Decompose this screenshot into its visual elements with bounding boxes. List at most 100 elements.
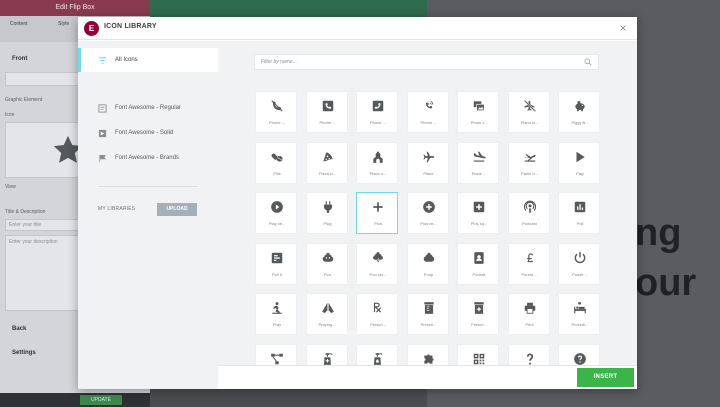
- icon-tile-label: Phone ...: [268, 120, 285, 125]
- sidebar-item-label: Font Awesome - Solid: [115, 130, 174, 136]
- update-button[interactable]: UPDATE: [80, 395, 122, 405]
- title-description-label: Title & Description: [5, 209, 46, 215]
- icon-tile-pump-medical[interactable]: [305, 343, 348, 365]
- preview-heading-line-1: ng: [635, 212, 682, 254]
- poo-storm-icon: [373, 251, 383, 264]
- icon-tile-poll[interactable]: Poll: [558, 192, 600, 234]
- icon-tile-praying-hands[interactable]: Praying ...: [305, 293, 348, 335]
- question-circle-icon: [574, 352, 586, 365]
- icon-tile-question-circle[interactable]: [558, 343, 600, 365]
- icon-tile-phone-slash[interactable]: Phone ...: [255, 91, 297, 133]
- icon-tile-label: Poo sto...: [369, 271, 387, 277]
- icon-tile-puzzle-piece[interactable]: [406, 343, 449, 365]
- project-diagram-icon: [271, 353, 283, 364]
- plane-icon: [422, 151, 434, 162]
- sidebar-item-fa-regular[interactable]: Font Awesome - Regular: [78, 96, 218, 120]
- icon-tile-procedures[interactable]: Procedi...: [558, 293, 600, 335]
- icon-browser: Filter by name... Phone ... Phone ... Phon…: [218, 41, 637, 365]
- icon-tile-question[interactable]: [507, 343, 550, 365]
- qrcode-icon: [473, 353, 485, 364]
- tab-style[interactable]: Style: [58, 21, 69, 27]
- icon-tile-prescription-bottle-alt[interactable]: Prescri...: [457, 293, 499, 335]
- icon-tile-prescription[interactable]: Prescri...: [356, 293, 398, 335]
- icon-tile-place-of-worship[interactable]: Place o...: [356, 141, 398, 184]
- sidebar-item-label: Font Awesome - Brands: [115, 155, 179, 161]
- pound-sign-icon: [526, 252, 533, 262]
- upload-button[interactable]: UPLOAD: [157, 203, 197, 216]
- graphic-element-label: Graphic Element: [5, 97, 43, 103]
- icon-tile-plus[interactable]: Plus: [356, 192, 398, 234]
- icon-tile-label: Portrait: [472, 271, 486, 277]
- icon-tile-poop[interactable]: Poop: [406, 242, 449, 285]
- pump-medical-icon: [323, 352, 332, 365]
- plus-icon: [373, 202, 383, 212]
- icon-tile-label: Plug: [323, 221, 332, 226]
- icon-tile-print[interactable]: Print: [507, 293, 550, 335]
- icon-tile-label: Photo v...: [470, 120, 488, 125]
- portrait-icon: [474, 251, 484, 264]
- icon-tile-power-off[interactable]: Power ...: [558, 242, 600, 285]
- icon-tile-pray[interactable]: Pray: [255, 293, 297, 335]
- prescription-bottle-icon: [423, 302, 434, 314]
- sidebar-item-fa-solid[interactable]: Font Awesome - Solid: [78, 121, 218, 145]
- icon-tile-phone-square[interactable]: Phone ...: [305, 91, 348, 133]
- icon-tile-label: Prescri...: [471, 322, 487, 327]
- icon-tile-pizza-slice[interactable]: Pizza sl...: [305, 141, 348, 184]
- icon-tile-label: Phone ...: [319, 120, 336, 125]
- icon-tile-plus-circle[interactable]: Plus cir...: [406, 192, 449, 234]
- icon-tile-phone-square-alt[interactable]: Phone ...: [356, 91, 398, 133]
- editor-panel-title: Edit Flip Box: [0, 0, 150, 16]
- view-label: View: [5, 184, 16, 190]
- icon-tile-piggy-bank[interactable]: Piggy B...: [558, 91, 600, 133]
- plus-circle-icon: [422, 201, 435, 213]
- icon-tile-plane-arrival[interactable]: Plane ...: [457, 141, 499, 184]
- icon-tile-pump-soap[interactable]: [356, 343, 398, 365]
- icon-tile-label: Poo: [323, 271, 332, 277]
- phone-square-alt-icon: [372, 100, 384, 112]
- sidebar-item-fa-brands[interactable]: Font Awesome - Brands: [78, 146, 218, 170]
- puzzle-piece-icon: [423, 353, 434, 364]
- icon-tile-pills[interactable]: Pills: [255, 141, 297, 184]
- icon-tile-phone-volume[interactable]: Phone ...: [406, 91, 449, 133]
- icon-tile-podcast[interactable]: Podcast: [507, 192, 550, 234]
- icon-tile-prescription-bottle[interactable]: Prescri...: [406, 293, 449, 335]
- icon-tile-play[interactable]: Play: [558, 141, 600, 184]
- icon-tile-plane[interactable]: Plane: [406, 141, 449, 184]
- icon-tile-plane-slash[interactable]: Piano sl...: [507, 91, 550, 133]
- icon-tile-label: Pills: [273, 170, 281, 176]
- plus-square-icon: [473, 201, 485, 213]
- icon-tile-label: Poll h: [271, 271, 282, 277]
- preview-header-strip: [150, 0, 427, 18]
- icon-tile-portrait[interactable]: Portrait: [457, 242, 499, 285]
- icon-tile-label: Place o...: [369, 170, 387, 176]
- font-awesome-solid-icon: [98, 129, 107, 137]
- icon-tile-poll-h[interactable]: Poll h: [255, 242, 297, 285]
- icon-tile-plus-square[interactable]: Plus sq...: [457, 192, 499, 234]
- editor-footer: UPDATE: [0, 393, 150, 407]
- icon-tile-plane-departure[interactable]: Plane d...: [507, 141, 550, 184]
- icon-tile-pound-sign[interactable]: Pound ...: [507, 242, 550, 285]
- icon-tile-play-circle[interactable]: Play cir...: [255, 192, 297, 234]
- icon-tile-project-diagram[interactable]: [255, 343, 297, 365]
- icon-tile-label: Prescri...: [370, 322, 386, 327]
- pizza-slice-icon: [322, 151, 333, 162]
- icon-tile-poo[interactable]: Poo: [305, 242, 348, 285]
- icon-tile-label: Piggy B...: [571, 120, 589, 125]
- play-circle-icon: [271, 201, 283, 213]
- icon-tile-label: Pizza sl...: [318, 170, 337, 176]
- icon-tile-photo-video[interactable]: Photo v...: [457, 91, 499, 133]
- icon-tile-plug[interactable]: Plug: [305, 192, 348, 234]
- icon-tile-qrcode[interactable]: [457, 343, 499, 365]
- flag-icon: [99, 154, 106, 162]
- sidebar-divider: [98, 186, 198, 187]
- preview-heading-line-2: our: [635, 262, 697, 304]
- close-icon[interactable]: ×: [616, 21, 630, 35]
- sidebar-item-all-icons[interactable]: All Icons: [78, 48, 218, 72]
- icon-tile-label: Prescri...: [420, 322, 437, 327]
- sidebar-item-label: Font Awesome - Regular: [115, 105, 181, 111]
- tab-content[interactable]: Content: [10, 21, 28, 27]
- insert-button[interactable]: INSERT: [577, 368, 634, 387]
- filter-lines-icon: [98, 56, 107, 64]
- icon-tile-poo-storm[interactable]: Poo sto...: [356, 242, 398, 285]
- search-input[interactable]: Filter by name...: [254, 54, 599, 70]
